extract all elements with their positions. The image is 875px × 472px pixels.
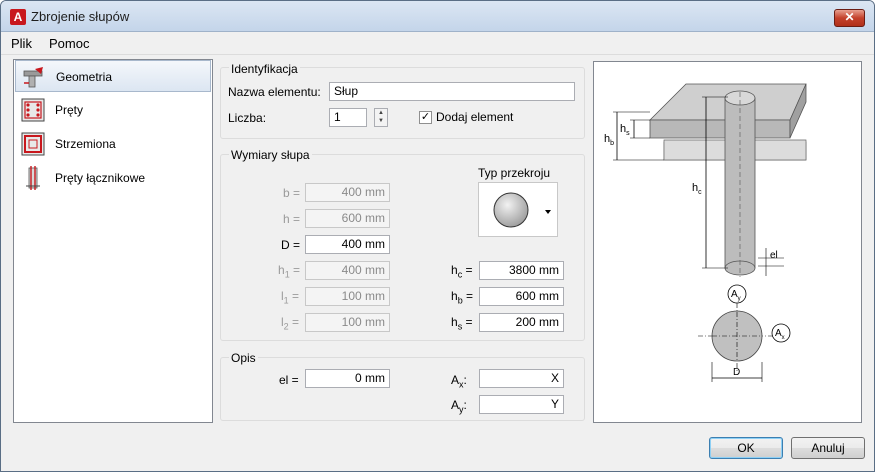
h-label: h = <box>283 212 301 226</box>
b-input[interactable]: 400 mm <box>305 183 390 202</box>
d-input[interactable]: 400 mm <box>305 235 390 254</box>
d-diagram-label: D <box>733 367 740 378</box>
sidebar-item-geometria[interactable]: Geometria <box>15 60 211 92</box>
l2-input[interactable]: 100 mm <box>305 313 390 332</box>
hc-input[interactable]: 3800 mm <box>479 261 564 280</box>
sidebar-item-label: Pręty <box>55 103 84 117</box>
description-title: Opis <box>229 351 258 365</box>
menu-plik[interactable]: Plik <box>11 36 32 51</box>
b-label: b = <box>283 186 301 200</box>
ax-label: Ax: <box>451 373 467 390</box>
h1-input[interactable]: 400 mm <box>305 261 390 280</box>
column-preview-drawing: hc hb hs el Ay Ax D <box>593 61 862 423</box>
h-input[interactable]: 600 mm <box>305 209 390 228</box>
stepper-down-icon[interactable]: ▼ <box>375 117 387 125</box>
d-label: D = <box>281 238 301 252</box>
count-input[interactable]: 1 <box>329 108 367 127</box>
l2-label: l2 = <box>281 315 300 332</box>
autocad-app-icon: A <box>10 9 26 25</box>
hc-label: hc = <box>451 263 473 280</box>
sidebar-item-strzemiona[interactable]: Strzemiona <box>15 128 211 160</box>
count-label: Liczba: <box>228 111 267 125</box>
connector-bars-icon <box>26 166 40 190</box>
column-diagram: hc hb hs el Ay Ax D <box>604 83 807 382</box>
identification-title: Identyfikacja <box>229 62 300 76</box>
close-button[interactable]: ✕ <box>834 9 865 27</box>
stepper-up-icon[interactable]: ▲ <box>375 109 387 117</box>
cancel-button[interactable]: Anuluj <box>791 437 865 459</box>
window-title: Zbrojenie słupów <box>31 9 130 24</box>
slab-front <box>649 119 791 139</box>
ax-input[interactable]: X <box>479 369 564 388</box>
section-sidebar: Geometria Pręty Strzemiona Pręty łącznik… <box>13 59 213 423</box>
menu-bar: Plik Pomoc <box>1 32 874 55</box>
bars-icon <box>21 98 45 122</box>
ok-button[interactable]: OK <box>709 437 783 459</box>
menu-pomoc[interactable]: Pomoc <box>49 36 89 51</box>
add-element-checkbox[interactable]: ✓ <box>419 111 432 124</box>
hs-input[interactable]: 200 mm <box>479 313 564 332</box>
count-stepper[interactable]: ▲ ▼ <box>374 108 388 127</box>
circle-section-icon <box>493 192 551 228</box>
stirrups-icon <box>21 132 45 156</box>
geometry-icon <box>23 67 43 88</box>
h1-label: h1 = <box>278 263 301 280</box>
add-element-label: Dodaj element <box>436 110 514 124</box>
hb-diagram-label: hb <box>604 133 614 147</box>
sidebar-item-label: Pręty łącznikowe <box>55 171 146 185</box>
element-name-input[interactable]: Słup <box>329 82 575 101</box>
chevron-down-icon <box>545 210 551 214</box>
ay-input[interactable]: Y <box>479 395 564 414</box>
l1-label: l1 = <box>281 289 300 306</box>
sidebar-item-label: Geometria <box>56 70 113 84</box>
hc-diagram-label: hc <box>692 182 702 196</box>
hs-diagram-label: hs <box>620 123 630 137</box>
el-label: el = <box>279 373 299 387</box>
sidebar-item-label: Strzemiona <box>55 137 116 151</box>
l1-input[interactable]: 100 mm <box>305 287 390 306</box>
title-bar: A Zbrojenie słupów ✕ <box>1 1 874 32</box>
sidebar-item-prety[interactable]: Pręty <box>15 94 211 126</box>
el-diagram-label: el <box>770 250 778 261</box>
identification-group <box>220 67 585 139</box>
sidebar-item-prety-lacznikowe[interactable]: Pręty łącznikowe <box>15 162 211 194</box>
section-type-label: Typ przekroju <box>478 166 551 180</box>
element-name-label: Nazwa elementu: <box>228 85 321 99</box>
hb-label: hb = <box>451 289 474 306</box>
hb-input[interactable]: 600 mm <box>479 287 564 306</box>
dimensions-title: Wymiary słupa <box>229 148 312 162</box>
section-type-dropdown[interactable] <box>478 182 558 237</box>
ay-label: Ay: <box>451 398 467 415</box>
el-input[interactable]: 0 mm <box>305 369 390 388</box>
hs-label: hs = <box>451 315 473 332</box>
dialog-window: A Zbrojenie słupów ✕ Plik Pomoc Geometri… <box>0 0 875 472</box>
